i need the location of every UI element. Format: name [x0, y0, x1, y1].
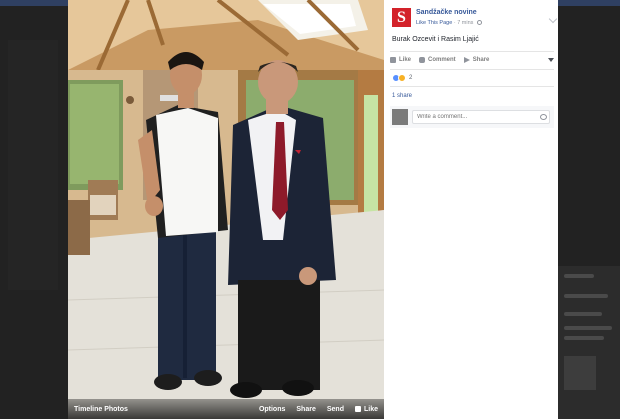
background-text-line	[564, 274, 594, 278]
background-text-line	[564, 326, 612, 330]
post-like-button[interactable]: Like	[390, 57, 411, 63]
post-comment-label: Comment	[428, 57, 456, 63]
post-meta: Like This Page · 7 mins	[416, 20, 482, 26]
comment-input[interactable]	[412, 110, 550, 124]
divider	[390, 86, 554, 87]
reactions-summary[interactable]: 2	[392, 74, 412, 82]
send-button[interactable]: Send	[327, 406, 344, 413]
options-button[interactable]: Options	[259, 406, 285, 413]
post-side-panel: S Sandžačke novine Like This Page · 7 mi…	[384, 0, 558, 419]
post-share-button[interactable]: Share	[463, 57, 490, 63]
comment-icon	[419, 57, 426, 63]
post-like-label: Like	[399, 57, 412, 63]
page-logo[interactable]: S	[392, 8, 411, 27]
post-header: S Sandžačke novine Like This Page · 7 mi…	[392, 8, 558, 30]
post-comment-button[interactable]: Comment	[419, 57, 456, 63]
page-name-link[interactable]: Sandžačke novine	[416, 9, 477, 16]
post-share-label: Share	[472, 57, 490, 63]
menu-chevron-icon[interactable]	[548, 14, 558, 24]
divider	[390, 69, 554, 70]
shares-link[interactable]: 1 share	[392, 93, 412, 99]
like-icon	[390, 57, 396, 63]
share-icon	[463, 57, 470, 63]
actions-menu-caret-icon[interactable]	[548, 58, 554, 62]
comment-composer	[390, 106, 554, 128]
photo-image	[68, 0, 384, 419]
background-text-line	[564, 336, 604, 340]
wow-reaction-icon	[398, 74, 406, 82]
like-button[interactable]: Like	[354, 405, 378, 413]
like-icon	[354, 405, 361, 412]
background-thumbnail	[564, 356, 596, 390]
like-label: Like	[363, 405, 378, 413]
globe-icon	[476, 20, 482, 25]
background-left-column	[8, 40, 58, 290]
photo-footer-bar: Timeline Photos Options Share Send Like	[68, 399, 384, 419]
like-page-link[interactable]: Like This Page	[416, 20, 452, 26]
background-text-line	[564, 312, 602, 316]
reaction-count: 2	[409, 75, 413, 81]
avatar	[392, 109, 408, 125]
background-right-column	[558, 266, 620, 419]
photo-album-title[interactable]: Timeline Photos	[74, 406, 248, 413]
camera-icon[interactable]	[540, 114, 547, 120]
background-text-line	[564, 294, 608, 298]
photo-viewer[interactable]: › Timeline Photos Options Share Send Lik…	[68, 0, 384, 419]
post-timestamp[interactable]: 7 mins	[457, 20, 473, 26]
divider	[390, 51, 554, 52]
post-actions-bar: Like Comment Share	[390, 53, 554, 67]
share-button[interactable]: Share	[296, 406, 315, 413]
post-text: Burak Ozcevit i Rasim Ljajić	[392, 36, 479, 43]
